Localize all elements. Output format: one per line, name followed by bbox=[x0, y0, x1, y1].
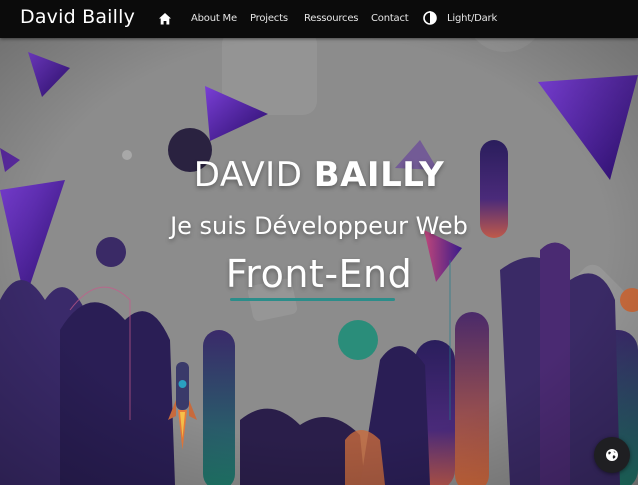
globe-icon bbox=[606, 449, 618, 461]
nav-link-ressources[interactable]: Ressources bbox=[304, 13, 358, 24]
theme-toggle-label[interactable]: Light/Dark bbox=[447, 13, 497, 24]
hero-role: Front-End bbox=[225, 252, 413, 296]
nav-link-contact[interactable]: Contact bbox=[371, 13, 409, 24]
brand-logo[interactable]: David Bailly bbox=[20, 6, 135, 28]
home-icon[interactable] bbox=[158, 12, 172, 26]
half-circle-contrast-icon[interactable] bbox=[423, 11, 437, 25]
hero-subtitle: Je suis Développeur Web bbox=[170, 212, 468, 240]
hero-name-last: BAILLY bbox=[313, 155, 445, 195]
hero-name-heading: DAVID BAILLY bbox=[0, 155, 638, 195]
nav-link-about[interactable]: About Me bbox=[191, 13, 237, 24]
navbar: David Bailly About Me Projects Ressource… bbox=[0, 0, 638, 38]
language-globe-button[interactable] bbox=[594, 437, 630, 473]
nav-link-projects[interactable]: Projects bbox=[250, 13, 288, 24]
role-underline bbox=[230, 298, 395, 301]
hero-name-first: DAVID bbox=[193, 155, 303, 195]
